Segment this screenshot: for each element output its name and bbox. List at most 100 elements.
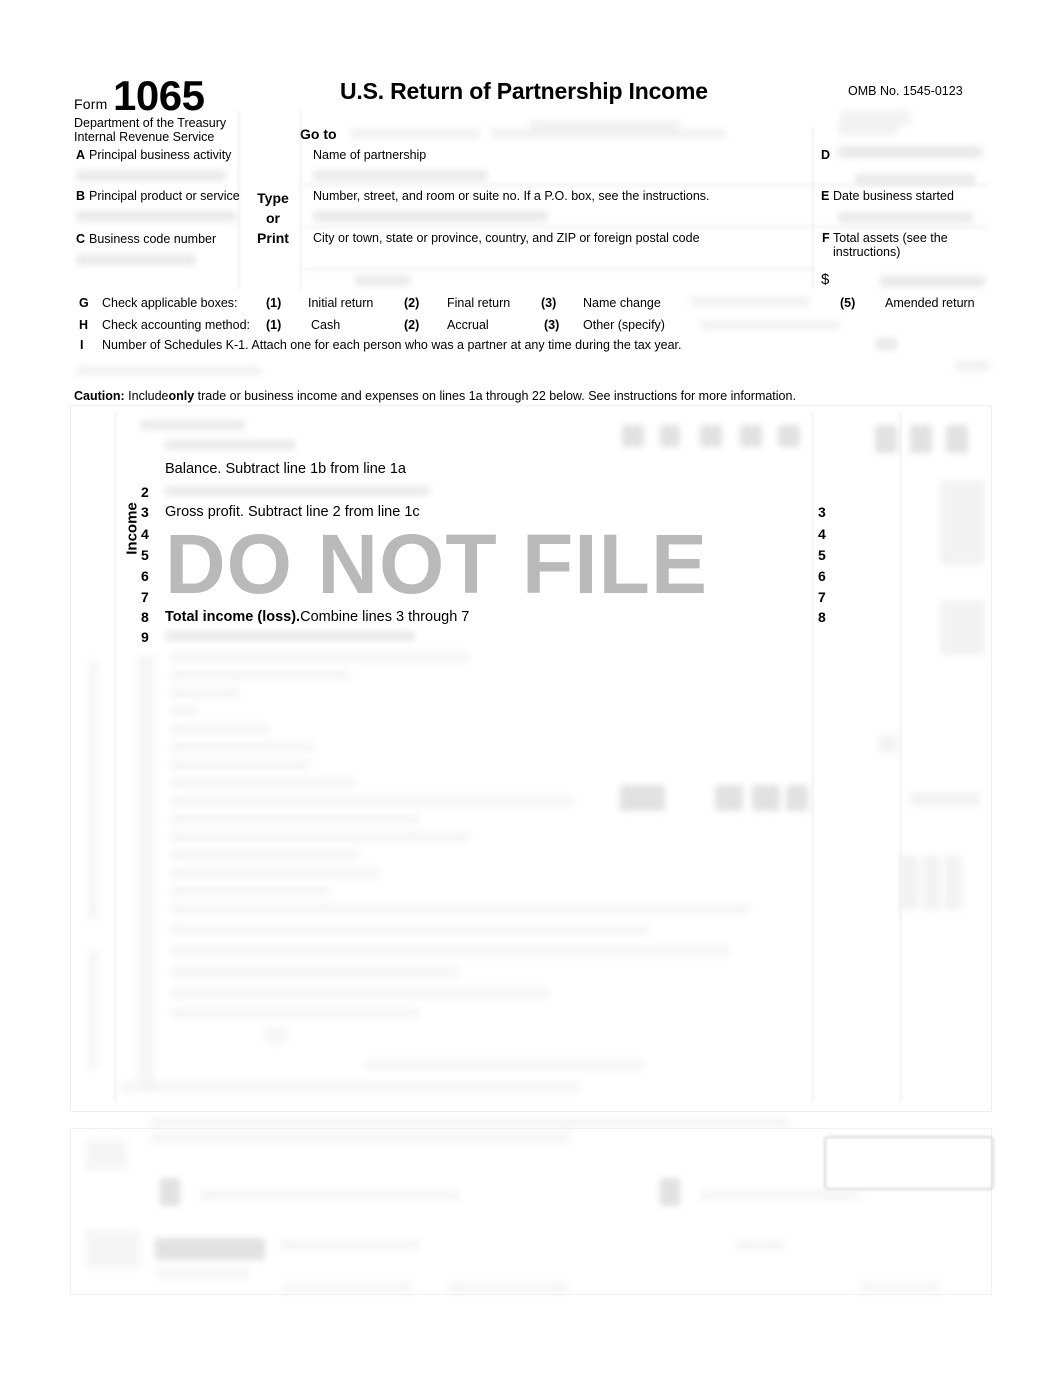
income-line-4-number: 4 bbox=[141, 526, 149, 542]
income-line-8-text: Total income (loss).Combine lines 3 thro… bbox=[165, 609, 469, 625]
type-or-print-line-1: Type bbox=[257, 190, 289, 206]
right-col-rule-1 bbox=[814, 184, 990, 186]
income-line-8-right-number: 8 bbox=[818, 609, 826, 625]
caution-heading: Caution: bbox=[74, 389, 125, 403]
blurred-amount-lower-col-1 bbox=[900, 855, 918, 910]
blurred-perjury-statement-1 bbox=[150, 1118, 790, 1128]
caution-text-only: only bbox=[168, 389, 195, 403]
field-letter-a: A bbox=[76, 148, 86, 162]
field-value-principal-product-or-service[interactable] bbox=[76, 211, 236, 222]
type-or-print-label: Type or Print bbox=[250, 188, 296, 248]
address-rule-1 bbox=[302, 184, 812, 186]
preparer-ptin-box bbox=[824, 1136, 994, 1190]
row-label-check-applicable-boxes: Check applicable boxes: bbox=[102, 296, 238, 310]
blurred-amount-column-block-2 bbox=[940, 600, 985, 655]
blurred-body-row-4 bbox=[170, 706, 198, 716]
field-letter-e: E bbox=[821, 189, 830, 203]
blurred-page-footer bbox=[860, 1283, 940, 1293]
agency-name: Department of the Treasury Internal Reve… bbox=[74, 116, 226, 144]
h-option-1-number: (1) bbox=[266, 318, 282, 332]
blurred-sign-here-label bbox=[85, 1140, 127, 1170]
blurred-preparer-signature[interactable] bbox=[280, 1240, 420, 1250]
row-label-number-of-schedules-k1: Number of Schedules K-1. Attach one for … bbox=[102, 338, 682, 352]
header-vertical-rule-right bbox=[812, 128, 813, 288]
field-value-d-top[interactable] bbox=[838, 124, 898, 136]
row-letter-i: I bbox=[80, 338, 84, 352]
h-option-2-label[interactable]: Accrual bbox=[447, 318, 489, 332]
address-rule-3 bbox=[302, 268, 812, 270]
right-col-rule-2 bbox=[814, 226, 990, 228]
goto-label: Go to bbox=[300, 126, 337, 142]
g-option-3-label[interactable]: Name change bbox=[583, 296, 661, 310]
blurred-body-row-5 bbox=[170, 724, 270, 734]
h-option-3-label[interactable]: Other (specify) bbox=[583, 318, 665, 332]
blurred-preparer-date[interactable] bbox=[735, 1240, 785, 1250]
blurred-preparer-name-value[interactable] bbox=[155, 1238, 265, 1260]
income-line-4-right-number: 4 bbox=[818, 526, 826, 542]
caution-text-2: trade or business income and expenses on… bbox=[197, 389, 796, 403]
h-other-specify-line[interactable] bbox=[700, 320, 840, 330]
income-line-2-number: 2 bbox=[141, 484, 149, 500]
amount-column-divider bbox=[812, 412, 813, 1102]
blurred-body-row-6 bbox=[170, 742, 315, 752]
blurred-amount-lower-col-3 bbox=[944, 855, 962, 910]
g-option-2-label[interactable]: Final return bbox=[447, 296, 510, 310]
h-option-3-number: (3) bbox=[544, 318, 560, 332]
field-value-business-code-number[interactable] bbox=[76, 254, 196, 265]
income-line-1c-text: Balance. Subtract line 1b from line 1a bbox=[165, 461, 406, 477]
blurred-body-row-12 bbox=[170, 850, 360, 860]
blurred-body-row-17 bbox=[170, 946, 730, 956]
g-option-5-label[interactable]: Amended return bbox=[885, 296, 975, 310]
income-line-3-text: Gross profit. Subtract line 2 from line … bbox=[165, 504, 420, 520]
h-option-1-label[interactable]: Cash bbox=[311, 318, 340, 332]
row-letter-g: G bbox=[79, 296, 89, 310]
blurred-amount-right-3 bbox=[946, 425, 968, 453]
field-value-date-business-started[interactable] bbox=[838, 212, 973, 223]
g-option-4-blurred[interactable] bbox=[690, 296, 810, 307]
field-label-business-code-number: Business code number bbox=[89, 232, 217, 246]
address-rule-2 bbox=[302, 226, 812, 228]
field-label-principal-product-or-service: Principal product or service bbox=[89, 189, 240, 203]
form-1065-page: Form 1065 Department of the Treasury Int… bbox=[0, 0, 1062, 1377]
blurred-body-row-16 bbox=[170, 925, 650, 935]
income-line-5-right-number: 5 bbox=[818, 547, 826, 563]
field-value-number-of-schedules-k1[interactable] bbox=[875, 338, 897, 350]
income-line-2-blurred-text bbox=[165, 486, 430, 496]
blurred-body-row-15 bbox=[170, 904, 750, 914]
blurred-section-label-deductions bbox=[88, 660, 98, 920]
g-option-3-number: (3) bbox=[541, 296, 557, 310]
g-option-5-number: (5) bbox=[840, 296, 856, 310]
field-label-employer-id-number bbox=[838, 146, 983, 158]
income-line-9-blurred-text bbox=[165, 631, 415, 641]
field-label-city-state-zip: City or town, state or province, country… bbox=[313, 231, 700, 245]
field-letter-f: F bbox=[822, 231, 830, 245]
blurred-body-row-10 bbox=[170, 814, 420, 824]
field-value-street-address[interactable] bbox=[313, 211, 548, 222]
income-line-5-number: 5 bbox=[141, 547, 149, 563]
field-value-name-of-partnership[interactable] bbox=[313, 170, 488, 181]
blurred-line-number-gutter bbox=[138, 655, 154, 1085]
income-line-6-number: 6 bbox=[141, 568, 149, 584]
header-vertical-rule-mid bbox=[300, 110, 301, 290]
field-value-city-state-zip[interactable] bbox=[355, 275, 410, 286]
blurred-body-row-21 bbox=[365, 1060, 645, 1070]
agency-line-2: Internal Revenue Service bbox=[74, 129, 215, 144]
field-value-principal-business-activity[interactable] bbox=[76, 170, 226, 181]
blurred-amount-lower-3 bbox=[752, 785, 780, 811]
blurred-firm-ein bbox=[448, 1283, 568, 1293]
blurred-amount-right-2 bbox=[910, 425, 932, 453]
form-title: U.S. Return of Partnership Income bbox=[340, 78, 708, 104]
g-option-1-label[interactable]: Initial return bbox=[308, 296, 373, 310]
income-line-3-number: 3 bbox=[141, 504, 149, 520]
type-or-print-line-2: or bbox=[266, 210, 280, 226]
field-value-total-assets[interactable] bbox=[880, 275, 985, 287]
blurred-j-row bbox=[76, 366, 261, 376]
blurred-body-row-2 bbox=[170, 670, 350, 680]
blurred-amount-lower-4 bbox=[786, 785, 808, 811]
form-word-label: Form bbox=[74, 96, 108, 112]
amount-column-divider-2 bbox=[900, 412, 901, 1102]
blurred-body-row-8 bbox=[170, 778, 355, 788]
blurred-amount-a bbox=[622, 425, 644, 447]
blurred-amount-lower-2 bbox=[715, 785, 743, 811]
line-1a-blurred-label bbox=[140, 420, 245, 430]
